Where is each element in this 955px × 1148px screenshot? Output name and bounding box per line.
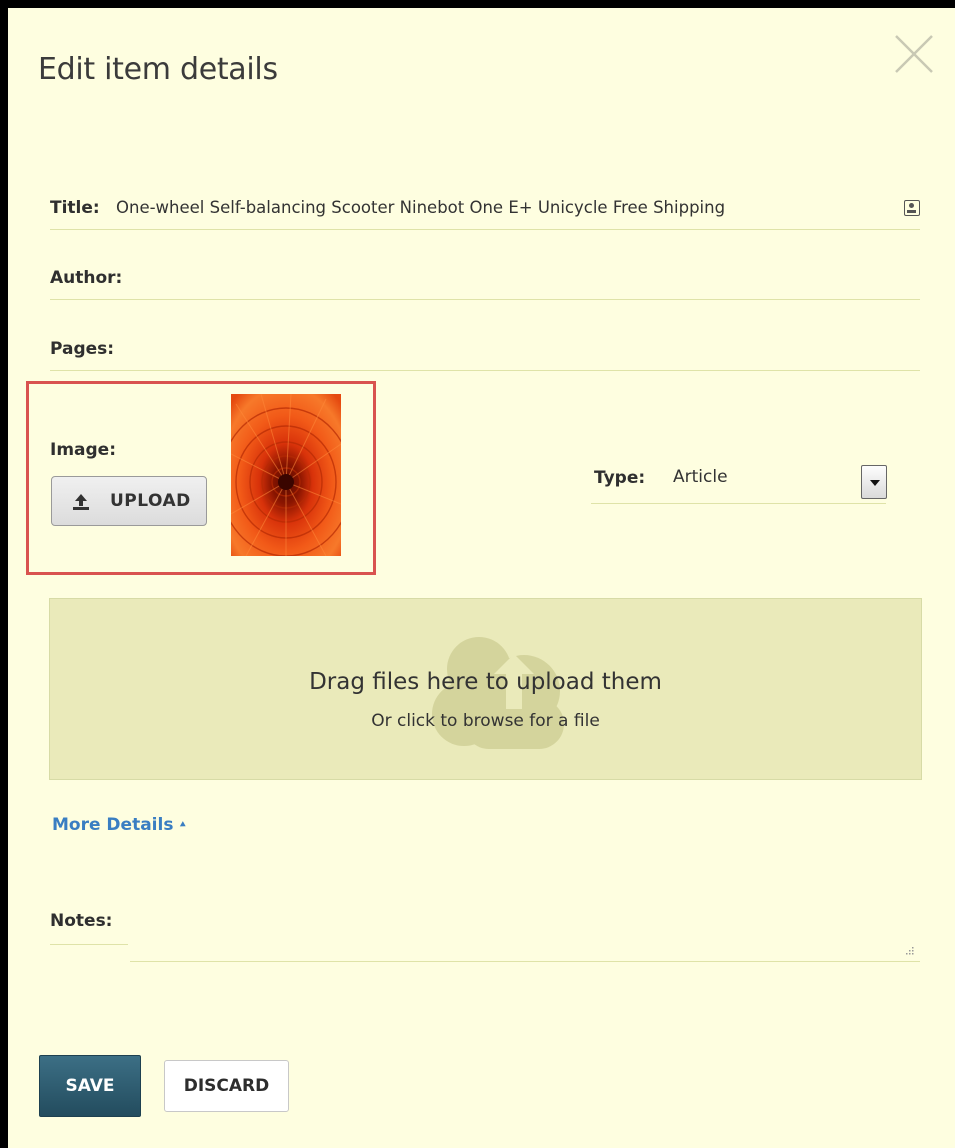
type-selected-value[interactable]: Article (673, 467, 728, 487)
notes-label: Notes: (50, 911, 113, 931)
notes-label-underline (50, 944, 128, 945)
pages-label: Pages: (50, 339, 115, 359)
more-details-link[interactable]: More Details (52, 815, 188, 835)
more-details-label: More Details (52, 815, 174, 835)
type-label: Type: (594, 468, 646, 488)
pages-field-row: Pages: (50, 331, 920, 371)
type-select[interactable]: Type: Article (591, 458, 887, 504)
discard-button[interactable]: DISCARD (164, 1060, 289, 1112)
caret-right-icon (180, 821, 188, 829)
file-dropzone[interactable]: Drag files here to upload them Or click … (49, 598, 922, 780)
upload-icon (73, 494, 89, 510)
notes-textarea[interactable] (130, 928, 920, 962)
author-field-row: Author: (50, 260, 920, 300)
title-field-row: Title: One-wheel Self-balancing Scooter … (50, 190, 920, 230)
close-icon[interactable] (892, 32, 936, 76)
dialog-title: Edit item details (38, 52, 278, 87)
pages-input[interactable] (130, 333, 910, 365)
upload-label: UPLOAD (110, 491, 191, 511)
title-label: Title: (50, 198, 100, 218)
author-label: Author: (50, 268, 123, 288)
save-button[interactable]: SAVE (39, 1055, 141, 1117)
edit-item-dialog: Edit item details Title: One-wheel Self-… (8, 8, 955, 1148)
chevron-down-icon[interactable] (861, 465, 887, 499)
dropzone-subtitle: Or click to browse for a file (371, 711, 600, 731)
title-input[interactable]: One-wheel Self-balancing Scooter Ninebot… (116, 198, 725, 217)
author-input[interactable] (130, 262, 910, 294)
resize-grip-icon[interactable] (903, 946, 915, 958)
dropzone-title: Drag files here to upload them (309, 669, 662, 695)
contact-card-icon[interactable] (904, 200, 920, 216)
image-thumbnail (231, 394, 341, 556)
image-label: Image: (50, 440, 117, 460)
upload-button[interactable]: UPLOAD (51, 476, 207, 526)
